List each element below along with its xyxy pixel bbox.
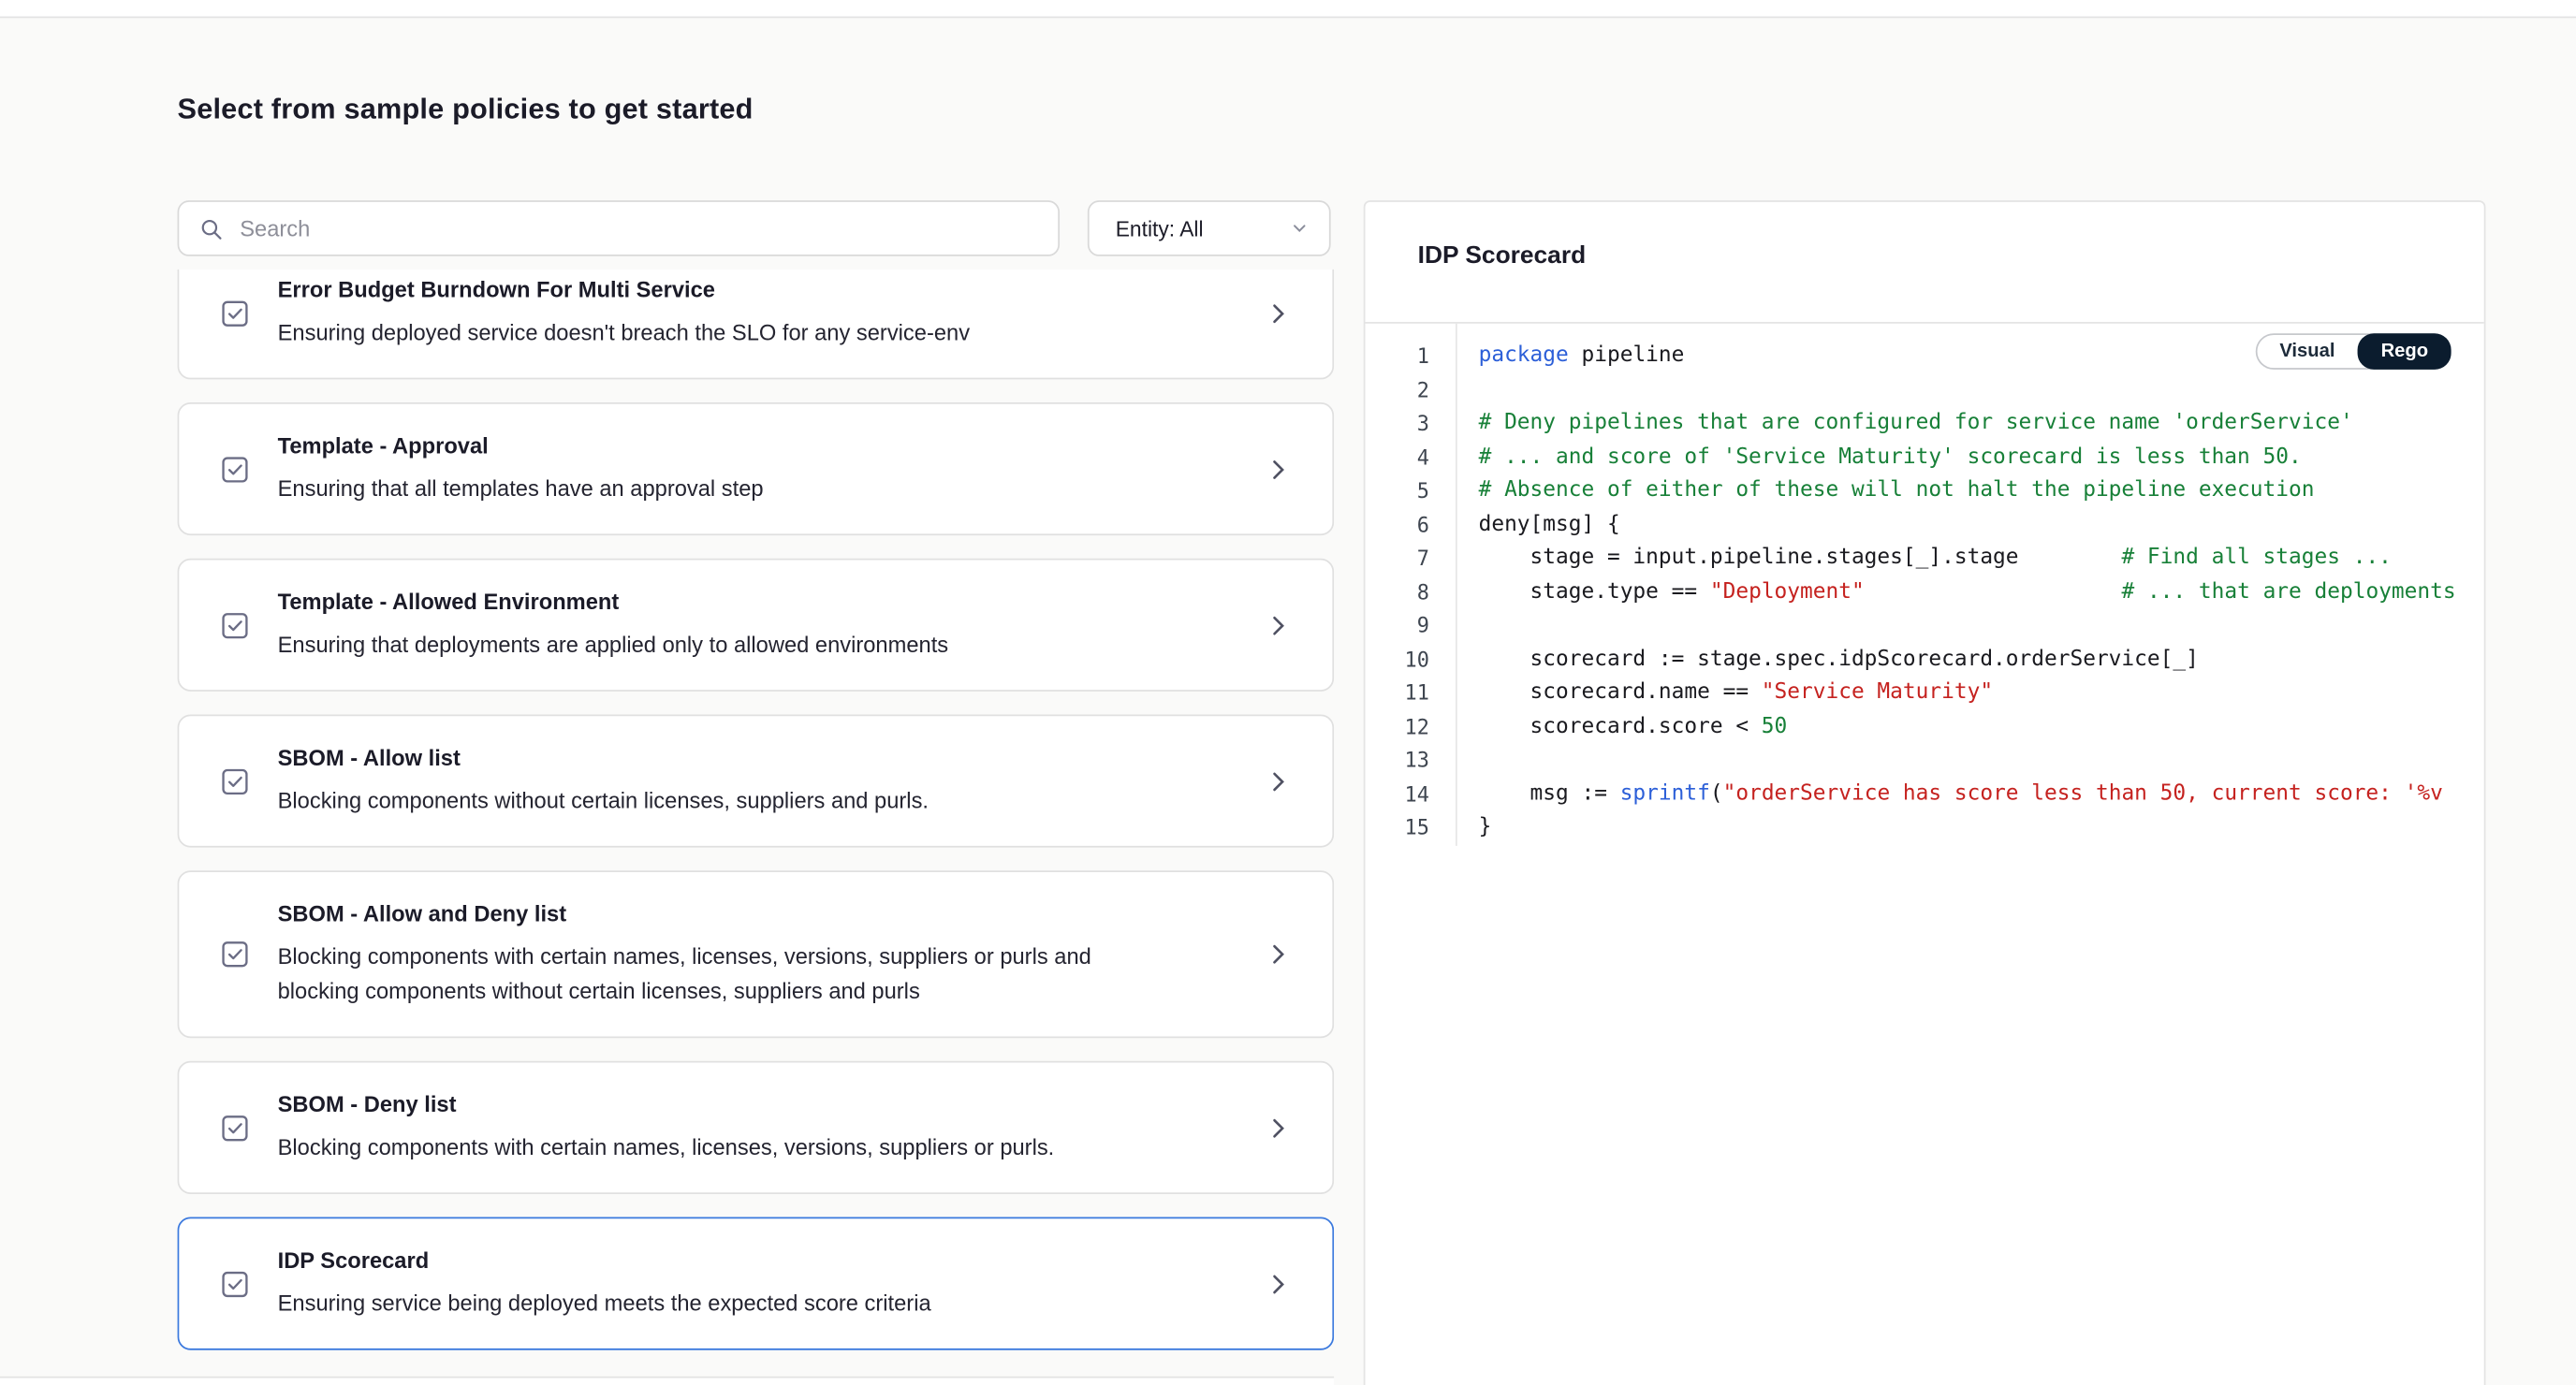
- policy-description: Ensuring deployed service doesn't breach…: [278, 315, 1172, 350]
- policy-card[interactable]: SBOM - Allow and Deny list Blocking compo…: [178, 870, 1335, 1038]
- chevron-right-icon: [1264, 454, 1294, 484]
- search-input[interactable]: [237, 214, 1038, 242]
- policy-check-icon: [218, 453, 251, 486]
- code-line: scorecard.score < 50: [1479, 710, 2484, 744]
- policy-title: Template - Allowed Environment: [278, 588, 1172, 618]
- code-line: scorecard := stage.spec.idpScorecard.ord…: [1479, 643, 2484, 677]
- search-icon: [198, 216, 223, 241]
- policy-card[interactable]: Error Budget Burndown For Multi Service E…: [178, 270, 1335, 380]
- line-number: 15: [1365, 811, 1428, 845]
- toggle-visual-button[interactable]: Visual: [2257, 335, 2358, 368]
- chevron-right-icon: [1264, 610, 1294, 640]
- code-line: [1479, 609, 2484, 643]
- code-line: # Absence of either of these will not ha…: [1479, 474, 2484, 508]
- policy-check-icon: [218, 1111, 251, 1144]
- code-line: stage = input.pipeline.stages[_].stage #…: [1479, 542, 2484, 576]
- policy-title: SBOM - Allow and Deny list: [278, 900, 1172, 930]
- policy-card[interactable]: SBOM - Deny list Blocking components with…: [178, 1061, 1335, 1194]
- code-line: [1479, 744, 2484, 778]
- line-number-gutter: 123456789101112131415: [1365, 324, 1456, 845]
- line-number: 9: [1365, 609, 1428, 643]
- policy-text: Template - Allowed Environment Ensuring t…: [278, 588, 1237, 662]
- code-view-toggle: Visual Rego: [2255, 333, 2452, 370]
- policy-description: Ensuring service being deployed meets th…: [278, 1286, 1172, 1320]
- policy-text: SBOM - Allow and Deny list Blocking compo…: [278, 900, 1237, 1009]
- code-content: package pipeline # Deny pipelines that a…: [1457, 324, 2484, 845]
- list-bottom-edge: [0, 1377, 1334, 1385]
- policy-preview-panel: IDP Scorecard 123456789101112131415 pack…: [1364, 200, 2486, 1385]
- chevron-right-icon: [1264, 940, 1294, 970]
- policy-description: Ensuring that deployments are applied on…: [278, 627, 1172, 662]
- line-number: 1: [1365, 340, 1428, 373]
- policy-title: SBOM - Allow list: [278, 744, 1172, 774]
- sample-policies-page: Select from sample policies to get start…: [0, 0, 2576, 1385]
- policy-card[interactable]: SBOM - Allow list Blocking components wit…: [178, 714, 1335, 847]
- policy-check-icon: [218, 1267, 251, 1300]
- code-line: }: [1479, 811, 2484, 845]
- code-line: # Deny pipelines that are configured for…: [1479, 407, 2484, 441]
- line-number: 6: [1365, 508, 1428, 542]
- policy-text: SBOM - Deny list Blocking components with…: [278, 1090, 1237, 1164]
- policy-card[interactable]: IDP Scorecard Ensuring service being depl…: [178, 1217, 1335, 1350]
- line-number: 11: [1365, 677, 1428, 710]
- policy-card[interactable]: Template - Approval Ensuring that all tem…: [178, 402, 1335, 535]
- policy-title: Template - Approval: [278, 432, 1172, 462]
- line-number: 2: [1365, 373, 1428, 407]
- entity-filter-dropdown[interactable]: Entity: All: [1088, 200, 1331, 256]
- policy-check-icon: [218, 297, 251, 329]
- line-number: 3: [1365, 407, 1428, 441]
- policy-description: Blocking components with certain names, …: [278, 940, 1172, 1009]
- screen: Select from sample policies to get start…: [0, 0, 2576, 1385]
- code-editor: 123456789101112131415 package pipeline #…: [1365, 322, 2483, 845]
- toggle-rego-button[interactable]: Rego: [2358, 333, 2452, 370]
- policy-title: Error Budget Burndown For Multi Service: [278, 276, 1172, 306]
- line-number: 7: [1365, 542, 1428, 576]
- policy-text: SBOM - Allow list Blocking components wit…: [278, 744, 1237, 818]
- chevron-down-icon: [1290, 218, 1310, 238]
- preview-title: IDP Scorecard: [1418, 240, 2432, 272]
- chevron-right-icon: [1264, 1269, 1294, 1299]
- toolbar: Entity: All: [178, 200, 1335, 256]
- entity-filter-label: Entity: All: [1116, 216, 1204, 241]
- line-number: 8: [1365, 576, 1428, 609]
- line-number: 14: [1365, 778, 1428, 811]
- policy-check-icon: [218, 608, 251, 641]
- policy-description: Blocking components without certain lice…: [278, 783, 1172, 818]
- preview-header: IDP Scorecard: [1365, 202, 2483, 322]
- policy-title: IDP Scorecard: [278, 1246, 1172, 1276]
- policy-list: Error Budget Burndown For Multi Service E…: [178, 270, 1335, 1377]
- policy-title: SBOM - Deny list: [278, 1090, 1172, 1120]
- line-number: 10: [1365, 643, 1428, 677]
- line-number: 5: [1365, 474, 1428, 508]
- code-line: # ... and score of 'Service Maturity' sc…: [1479, 441, 2484, 474]
- chevron-right-icon: [1264, 299, 1294, 328]
- policy-card[interactable]: Template - Allowed Environment Ensuring t…: [178, 559, 1335, 692]
- policy-text: Error Budget Burndown For Multi Service E…: [278, 276, 1237, 350]
- code-line: [1479, 373, 2484, 407]
- policy-description: Ensuring that all templates have an appr…: [278, 472, 1172, 506]
- code-line: scorecard.name == "Service Maturity": [1479, 677, 2484, 710]
- policy-check-icon: [218, 765, 251, 797]
- top-bar: [0, 0, 2576, 18]
- code-line: msg := sprintf("orderService has score l…: [1479, 778, 2484, 811]
- line-number: 4: [1365, 441, 1428, 474]
- code-line: stage.type == "Deployment" # ... that ar…: [1479, 576, 2484, 609]
- policy-text: Template - Approval Ensuring that all tem…: [278, 432, 1237, 506]
- line-number: 13: [1365, 744, 1428, 778]
- code-line: deny[msg] {: [1479, 508, 2484, 542]
- line-number: 12: [1365, 710, 1428, 744]
- search-input-container[interactable]: [178, 200, 1060, 256]
- page-title: Select from sample policies to get start…: [178, 92, 754, 126]
- policy-check-icon: [218, 938, 251, 970]
- policy-description: Blocking components with certain names, …: [278, 1130, 1172, 1165]
- chevron-right-icon: [1264, 1113, 1294, 1143]
- policy-text: IDP Scorecard Ensuring service being depl…: [278, 1246, 1237, 1320]
- chevron-right-icon: [1264, 766, 1294, 796]
